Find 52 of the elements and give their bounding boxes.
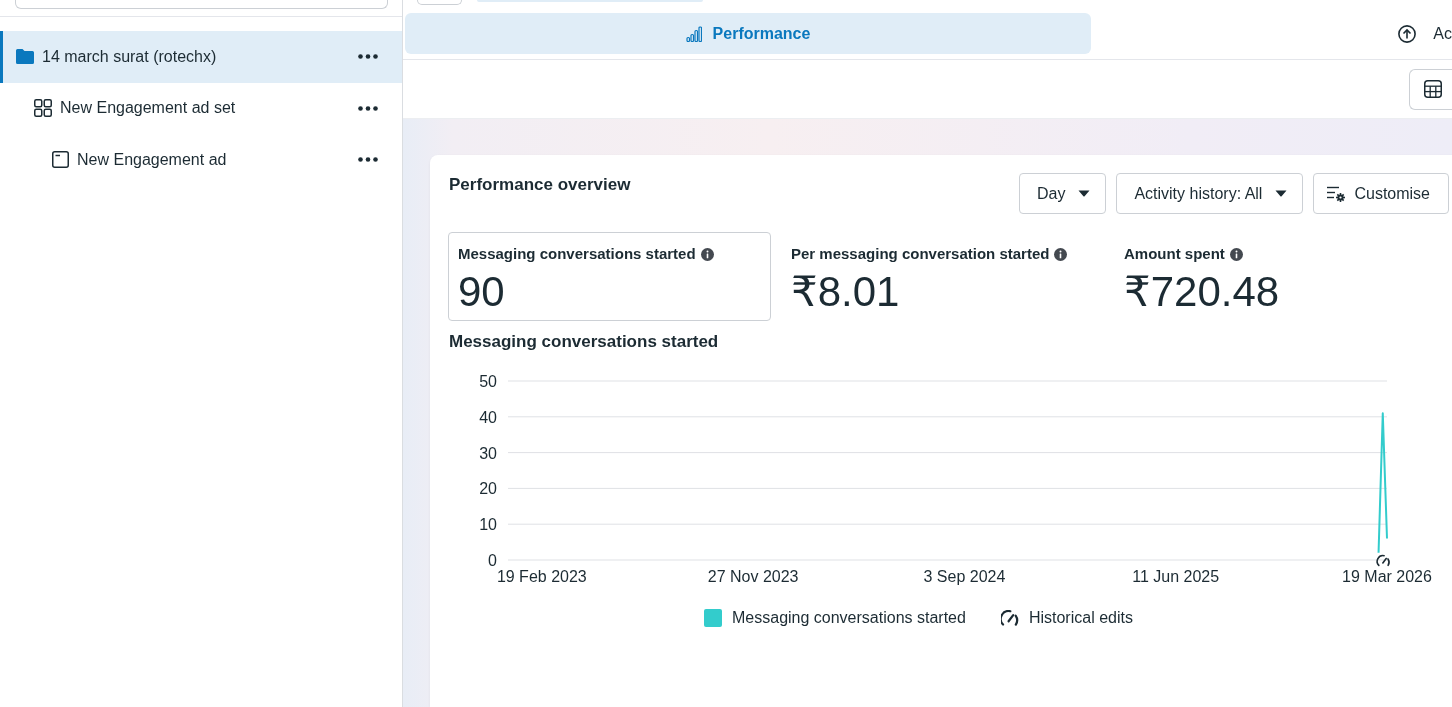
table-view-button[interactable] xyxy=(1409,68,1452,110)
x-axis-label: 11 Jun 2025 xyxy=(1132,568,1220,585)
caret-down-icon xyxy=(1275,190,1288,197)
info-icon[interactable] xyxy=(1229,247,1243,261)
x-axis-label: 19 Feb 2023 xyxy=(496,568,587,585)
x-axis-label: 27 Nov 2023 xyxy=(707,568,799,585)
window-icon xyxy=(52,151,69,169)
section-title: Performance overview xyxy=(449,174,631,196)
legend-label: Messaging conversations started xyxy=(732,608,966,628)
x-axis-label: 3 Sep 2024 xyxy=(923,568,1006,585)
x-axis-label: 19 Mar 2026 xyxy=(1342,568,1432,585)
dropdown-button[interactable]: Activity history: All xyxy=(1116,173,1304,214)
table-icon xyxy=(1424,80,1442,98)
tree-row[interactable]: 14 march surat (rotechx) xyxy=(0,31,402,83)
dropdown-button[interactable]: Day xyxy=(1018,173,1107,214)
gauge-icon xyxy=(1000,610,1019,626)
folder-icon xyxy=(16,49,34,65)
grid-icon xyxy=(34,99,52,118)
customise-button[interactable]: Customise xyxy=(1313,173,1449,214)
more-icon[interactable] xyxy=(358,105,378,111)
arrow-up-circle-icon xyxy=(1398,24,1417,43)
metric-value: 90 xyxy=(458,269,505,315)
metric-label: Per messaging conversation started xyxy=(791,244,1050,264)
metric-value: ₹720.48 xyxy=(1124,269,1280,315)
y-axis-label: 40 xyxy=(479,408,497,426)
historical-edit-icon[interactable] xyxy=(1376,554,1390,567)
info-icon[interactable] xyxy=(1054,247,1068,261)
chart-title: Messaging conversations started xyxy=(449,331,719,353)
y-axis-label: 20 xyxy=(479,480,497,498)
settings-list-icon xyxy=(1327,185,1346,202)
tree-item-label: New Engagement ad set xyxy=(60,98,237,119)
metric-label: Messaging conversations started xyxy=(458,244,696,264)
info-icon[interactable] xyxy=(700,247,714,261)
tree-item-label: New Engagement ad xyxy=(77,149,228,170)
y-axis-label: 50 xyxy=(479,373,497,390)
y-axis-label: 30 xyxy=(479,444,497,462)
tree-item-label: 14 march surat (rotechx) xyxy=(42,46,218,67)
y-axis-label: 0 xyxy=(488,552,497,569)
y-axis-label: 10 xyxy=(479,516,497,534)
tab[interactable]: Ac xyxy=(1398,13,1452,54)
metric-card[interactable]: Messaging conversations started 90 xyxy=(448,232,771,321)
tree-row[interactable]: New Engagement ad set xyxy=(0,82,402,134)
more-icon[interactable] xyxy=(358,157,378,163)
caret-down-icon xyxy=(1078,190,1091,197)
tab[interactable]: Performance xyxy=(405,13,1091,54)
tree-row[interactable]: New Engagement ad xyxy=(0,134,402,186)
metric-value: ₹8.01 xyxy=(791,269,900,315)
metric-label: Amount spent xyxy=(1124,244,1225,264)
search-field[interactable] xyxy=(15,0,388,9)
more-icon[interactable] xyxy=(358,54,378,60)
bar-chart-icon xyxy=(685,25,702,42)
legend-label: Historical edits xyxy=(1028,608,1133,628)
